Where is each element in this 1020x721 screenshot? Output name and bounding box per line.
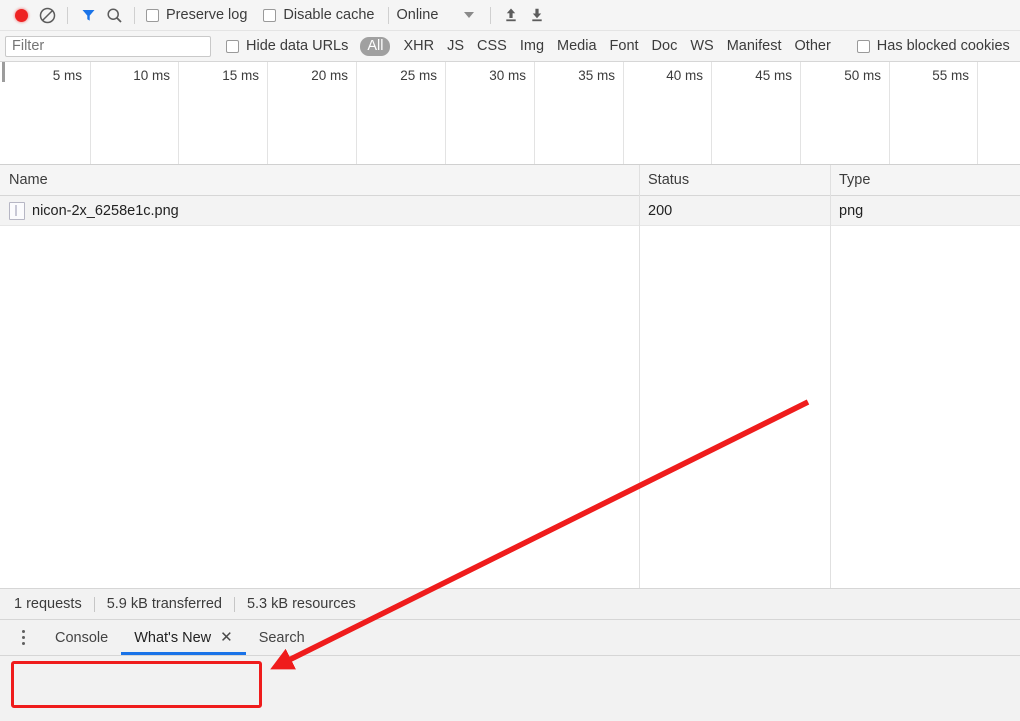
network-timeline-ruler[interactable]: 5 ms 10 ms 15 ms 20 ms 25 ms 30 ms 35 ms 40 ms 4… (0, 62, 1020, 165)
type-filter-js[interactable]: JS (447, 38, 464, 54)
more-options-icon[interactable] (10, 620, 36, 656)
table-row[interactable]: nicon-2x_6258e1c.png 200 png (0, 196, 1020, 226)
throttling-value: Online (396, 7, 439, 23)
type-filter-css[interactable]: CSS (477, 38, 507, 54)
image-file-icon (9, 201, 25, 220)
ruler-tick-label: 55 ms (932, 68, 969, 83)
has-blocked-cookies-checkbox[interactable]: Has blocked cookies (856, 38, 1010, 54)
drawer-tab-label: What's New (134, 629, 212, 646)
column-resize-handle[interactable] (639, 165, 640, 588)
hide-data-urls-checkbox[interactable]: Hide data URLs (226, 38, 348, 54)
summary-divider-2 (233, 596, 235, 612)
has-blocked-cookies-box[interactable] (856, 39, 870, 53)
download-shelf: PNG www.baidu.com....png (0, 656, 1020, 721)
throttling-dropdown[interactable]: Online (396, 7, 475, 23)
toolbar-divider-4 (490, 6, 492, 24)
preserve-log-label: Preserve log (166, 7, 248, 23)
ruler-tick-label: 30 ms (489, 68, 526, 83)
has-blocked-cookies-label: Has blocked cookies (876, 38, 1010, 54)
hide-data-urls-label: Hide data URLs (246, 38, 349, 54)
resources-size: 5.3 kB resources (246, 596, 356, 612)
devtools-network-panel: Preserve log Disable cache Online Filter… (0, 0, 1020, 721)
filter-funnel-icon[interactable] (75, 2, 101, 28)
disable-cache-box[interactable] (263, 8, 277, 22)
ruler-tick-label: 20 ms (311, 68, 348, 83)
column-header-name[interactable]: Name (0, 165, 639, 195)
network-toolbar: Preserve log Disable cache Online (0, 0, 1020, 31)
close-icon[interactable]: ✕ (220, 630, 233, 645)
drawer-tab-label: Search (258, 629, 305, 646)
ruler-tick-label: 25 ms (400, 68, 437, 83)
export-har-icon[interactable] (524, 2, 550, 28)
ruler-tick-label: 40 ms (666, 68, 703, 83)
type-filter-media[interactable]: Media (557, 38, 597, 54)
type-filter-doc[interactable]: Doc (652, 38, 678, 54)
drawer-tab-bar: Console What's New ✕ Search (0, 620, 1020, 656)
type-filter-img[interactable]: Img (520, 38, 544, 54)
record-circle-icon[interactable] (8, 2, 34, 28)
cell-status: 200 (648, 202, 673, 219)
table-header-row: Name Status Type (0, 165, 1020, 196)
type-filter-ws[interactable]: WS (690, 38, 713, 54)
drawer-tab-label: Console (55, 629, 109, 646)
filter-input[interactable] (5, 35, 211, 57)
column-header-status[interactable]: Status (639, 165, 830, 195)
drawer-tabs: Console What's New ✕ Search (42, 620, 318, 655)
column-resize-handle[interactable] (830, 165, 831, 588)
network-summary-bar: 1 requests 5.9 kB transferred 5.3 kB res… (0, 588, 1020, 620)
resource-type-filters: All XHR JS CSS Img Media Font Doc WS Manifest Othe… (360, 36, 831, 56)
import-har-icon[interactable] (498, 2, 524, 28)
type-filter-font[interactable]: Font (610, 38, 639, 54)
type-filter-other[interactable]: Other (795, 38, 831, 54)
ruler-tick-label: 10 ms (133, 68, 170, 83)
disable-cache-checkbox[interactable]: Disable cache (263, 7, 374, 23)
type-filter-xhr[interactable]: XHR (403, 38, 434, 54)
column-header-type[interactable]: Type (830, 165, 1020, 195)
ruler-tick-label: 35 ms (578, 68, 615, 83)
chevron-down-icon (464, 12, 475, 18)
drawer-tab-what-s-new[interactable]: What's New ✕ (121, 620, 247, 655)
toolbar-divider-3 (388, 6, 390, 24)
ruler-tick-label: 50 ms (844, 68, 881, 83)
hide-data-urls-box[interactable] (226, 39, 239, 53)
type-filter-manifest[interactable]: Manifest (727, 38, 782, 54)
disable-cache-label: Disable cache (283, 7, 375, 23)
preserve-log-checkbox[interactable]: Preserve log (146, 7, 247, 23)
toolbar-divider-1 (67, 6, 68, 24)
type-filter-all[interactable]: All (360, 36, 391, 56)
transferred-size: 5.9 kB transferred (106, 596, 222, 612)
ruler-tick-label: 5 ms (52, 68, 82, 83)
search-icon[interactable] (101, 2, 127, 28)
requests-count: 1 requests (14, 596, 82, 612)
clear-icon[interactable] (34, 2, 60, 28)
toolbar-divider-2 (134, 6, 135, 24)
preserve-log-box[interactable] (146, 8, 159, 22)
cell-name: nicon-2x_6258e1c.png (0, 196, 639, 225)
network-filter-bar: Hide data URLs All XHR JS CSS Img Media Font Do… (0, 31, 1020, 62)
summary-divider-1 (93, 596, 95, 612)
cell-type: png (839, 202, 864, 219)
request-name: nicon-2x_6258e1c.png (32, 202, 179, 219)
ruler-tick-label: 15 ms (222, 68, 259, 83)
ruler-tick (977, 62, 978, 164)
ruler-tick-label: 45 ms (755, 68, 792, 83)
drawer-tab-search[interactable]: Search (246, 620, 318, 655)
network-requests-table: Name Status Type nicon-2x_6258e1c.png 200 pn… (0, 165, 1020, 588)
drawer-tab-console[interactable]: Console (42, 620, 121, 655)
